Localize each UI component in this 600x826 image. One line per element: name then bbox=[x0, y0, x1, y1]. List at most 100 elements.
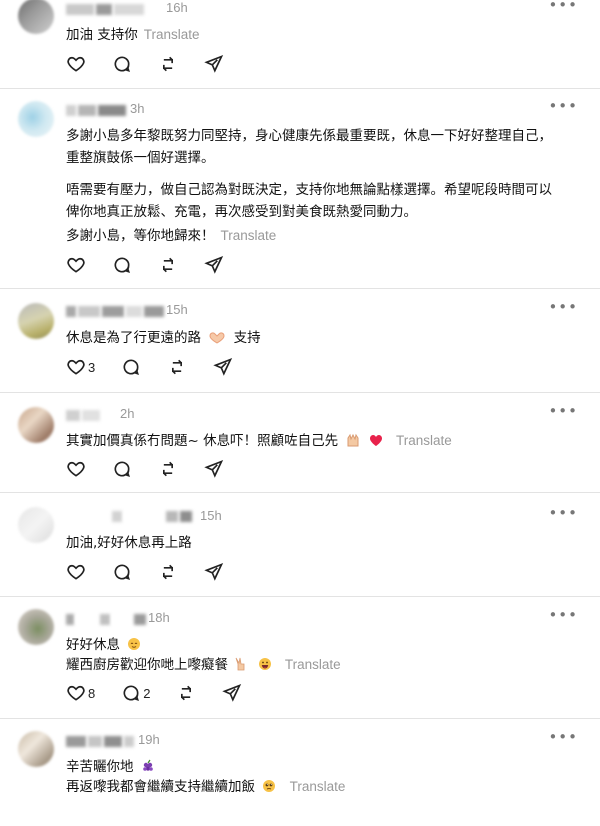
avatar[interactable] bbox=[18, 303, 54, 339]
post-text: 多謝小島，等你地歸來！ Translate bbox=[66, 224, 276, 244]
post-text: 再返嚟我都會繼續支持繼續加飯 Translate bbox=[66, 775, 345, 795]
post-text: 耀西廚房歡迎你哋上嚟癡餐 Translate bbox=[66, 653, 341, 673]
reply-button[interactable] bbox=[121, 357, 141, 377]
reply-icon bbox=[114, 56, 130, 72]
post-time: 3h bbox=[130, 101, 145, 116]
reply-count: 2 bbox=[143, 685, 151, 701]
translate-link[interactable]: Translate bbox=[396, 433, 452, 448]
post-text-line: 多謝小島，等你地歸來！ bbox=[66, 228, 215, 244]
reply-icon bbox=[114, 257, 130, 273]
post-actions: 3 bbox=[66, 357, 259, 377]
repost-button[interactable] bbox=[158, 255, 178, 275]
post-time: 15h bbox=[200, 508, 222, 523]
post-1: 16h ••• 加油 支持你 Translate bbox=[0, 0, 600, 89]
more-icon[interactable]: ••• bbox=[548, 402, 578, 420]
post-actions bbox=[66, 255, 250, 275]
share-icon bbox=[222, 683, 242, 702]
share-button[interactable] bbox=[204, 459, 224, 479]
reply-icon bbox=[123, 685, 140, 701]
avatar[interactable] bbox=[18, 507, 54, 543]
more-icon[interactable]: ••• bbox=[548, 606, 578, 624]
repost-icon bbox=[163, 257, 173, 273]
heart-hands-emoji-icon bbox=[209, 332, 225, 344]
reply-button[interactable]: 2 bbox=[121, 683, 150, 703]
like-button[interactable]: 8 bbox=[66, 683, 95, 703]
post-text: 休息是為了行更遠的路 支持 bbox=[66, 326, 261, 346]
translate-link[interactable]: Translate bbox=[221, 228, 277, 243]
victory-hand-emoji-icon bbox=[235, 657, 245, 671]
share-icon bbox=[204, 54, 224, 73]
repost-button[interactable] bbox=[158, 459, 178, 479]
avatar[interactable] bbox=[18, 101, 54, 137]
username-blurred[interactable] bbox=[66, 2, 146, 16]
more-icon[interactable]: ••• bbox=[548, 298, 578, 316]
share-icon bbox=[213, 357, 233, 376]
post-text-line: 休息是為了行更遠的路 bbox=[66, 330, 201, 346]
post-2: 3h ••• 多謝小島多年黎既努力同堅持，身心健康先係最重要既，休息一下好好整理… bbox=[0, 89, 600, 289]
post-text-line: 其實加價真係冇問題~ 休息吓！照顧咗自己先 bbox=[66, 433, 339, 449]
username-blurred[interactable] bbox=[66, 304, 166, 318]
username-blurred[interactable] bbox=[66, 734, 136, 748]
post-time: 15h bbox=[166, 302, 188, 317]
repost-icon bbox=[181, 685, 192, 701]
repost-icon bbox=[163, 56, 173, 72]
like-button[interactable]: 3 bbox=[66, 357, 95, 377]
reply-icon bbox=[114, 461, 130, 477]
post-actions bbox=[66, 54, 250, 74]
translate-link[interactable]: Translate bbox=[290, 779, 346, 794]
translate-link[interactable]: Translate bbox=[144, 27, 200, 42]
repost-icon bbox=[172, 359, 183, 375]
avatar[interactable] bbox=[18, 0, 54, 34]
like-button[interactable] bbox=[66, 562, 86, 582]
share-button[interactable] bbox=[213, 357, 233, 377]
username-blurred[interactable] bbox=[66, 612, 148, 626]
username-blurred[interactable] bbox=[66, 408, 102, 422]
more-icon[interactable]: ••• bbox=[548, 728, 578, 746]
share-icon bbox=[204, 459, 224, 478]
share-button[interactable] bbox=[222, 683, 242, 703]
grapes-emoji-icon bbox=[142, 759, 153, 771]
username-blurred[interactable] bbox=[66, 509, 194, 523]
post-actions: 8 2 bbox=[66, 683, 268, 703]
share-button[interactable] bbox=[204, 562, 224, 582]
post-text: 好好休息 bbox=[66, 633, 144, 653]
repost-icon bbox=[163, 564, 173, 580]
more-icon[interactable]: ••• bbox=[548, 504, 578, 522]
reply-button[interactable] bbox=[112, 255, 132, 275]
avatar[interactable] bbox=[18, 407, 54, 443]
share-button[interactable] bbox=[204, 255, 224, 275]
more-icon[interactable]: ••• bbox=[548, 0, 578, 14]
share-icon bbox=[204, 255, 224, 274]
heart-icon bbox=[67, 564, 85, 580]
reply-button[interactable] bbox=[112, 562, 132, 582]
like-button[interactable] bbox=[66, 255, 86, 275]
relieved-face-emoji-icon bbox=[128, 638, 141, 650]
post-text-line: 加油,好好休息再上路 bbox=[66, 535, 192, 551]
reply-button[interactable] bbox=[112, 54, 132, 74]
username-blurred[interactable] bbox=[66, 103, 128, 117]
like-count: 8 bbox=[88, 685, 96, 701]
repost-button[interactable] bbox=[167, 357, 187, 377]
avatar[interactable] bbox=[18, 731, 54, 767]
repost-button[interactable] bbox=[176, 683, 196, 703]
post-6: 18h ••• 好好休息 耀西廚房歡迎你哋上嚟癡餐 Translate 8 2 bbox=[0, 597, 600, 719]
post-text-line: 耀西廚房歡迎你哋上嚟癡餐 bbox=[66, 657, 228, 673]
post-text: 其實加價真係冇問題~ 休息吓！照顧咗自己先 Translate bbox=[66, 429, 452, 449]
repost-button[interactable] bbox=[158, 562, 178, 582]
like-button[interactable] bbox=[66, 54, 86, 74]
face-holding-back-tears-emoji-icon bbox=[263, 780, 276, 792]
post-time: 16h bbox=[166, 0, 188, 15]
reply-button[interactable] bbox=[112, 459, 132, 479]
repost-button[interactable] bbox=[158, 54, 178, 74]
post-actions bbox=[66, 562, 250, 582]
translate-link[interactable]: Translate bbox=[285, 657, 341, 672]
more-icon[interactable]: ••• bbox=[548, 97, 578, 115]
post-text-line: 支持 bbox=[233, 330, 261, 346]
post-text: 辛苦曬你地 bbox=[66, 755, 158, 775]
repost-icon bbox=[163, 461, 173, 477]
like-button[interactable] bbox=[66, 459, 86, 479]
post-actions bbox=[66, 459, 250, 479]
avatar[interactable] bbox=[18, 609, 54, 645]
share-button[interactable] bbox=[204, 54, 224, 74]
raised-hands-emoji-icon bbox=[347, 433, 359, 447]
